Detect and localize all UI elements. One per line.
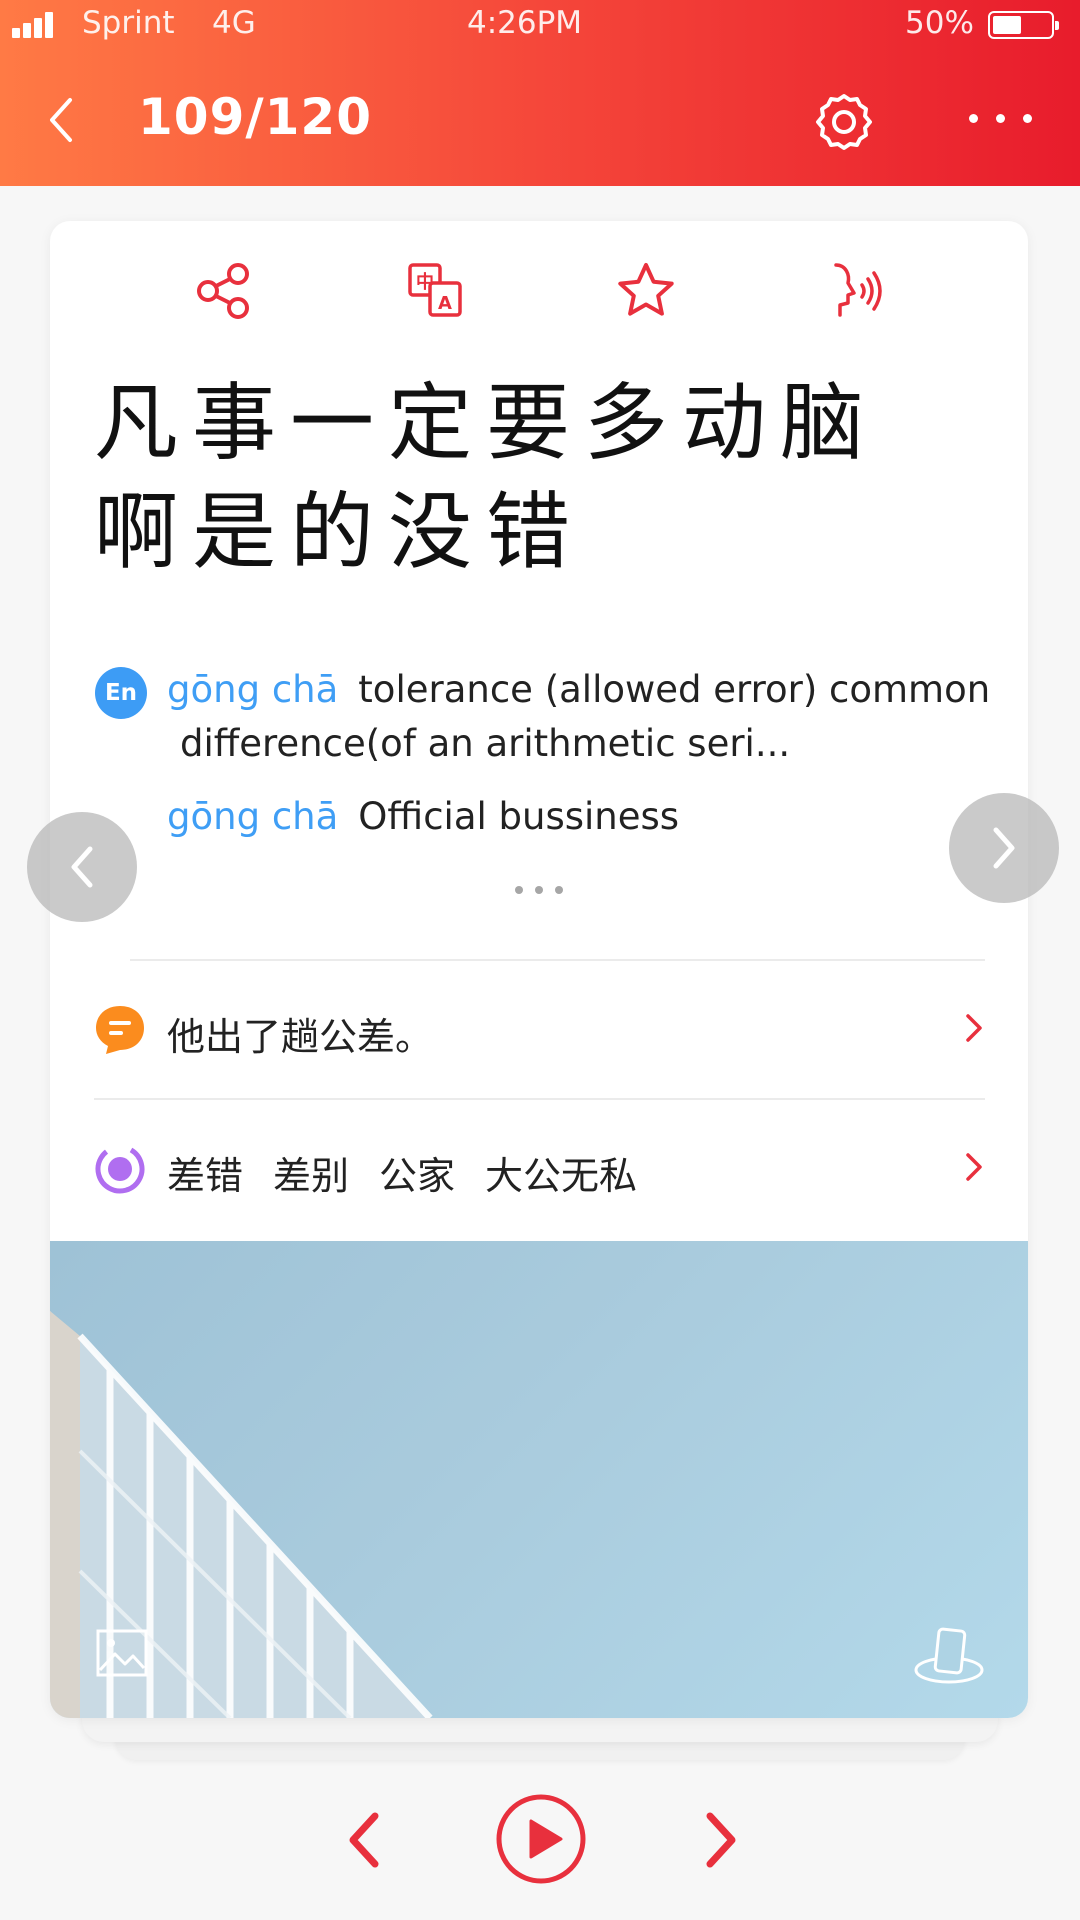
back-button[interactable]: [38, 90, 88, 150]
building-photo: [50, 1311, 433, 1718]
clock: 4:26PM: [467, 5, 583, 41]
definition-item: gōng chā Official bussiness: [167, 789, 1028, 845]
star-icon: [618, 263, 674, 316]
definition-item: gōng chā tolerance (allowed error) common: [167, 662, 1028, 718]
previous-button[interactable]: [345, 1810, 385, 1870]
image-button[interactable]: [95, 1626, 149, 1680]
hanzi-text: 凡事一定要多动脑 啊是的没错: [94, 369, 994, 587]
chevron-right-icon: [966, 1014, 982, 1042]
pronounce-button[interactable]: [826, 259, 890, 323]
settings-button[interactable]: [812, 90, 876, 154]
share-icon: [197, 263, 249, 319]
definition-continuation: difference(of an arithmetic seri...: [180, 722, 791, 765]
previous-card-button[interactable]: [27, 812, 137, 922]
chevron-left-icon: [50, 98, 72, 142]
page-counter: 109/120: [138, 88, 373, 146]
play-circle-icon: [496, 1794, 586, 1884]
chevron-right-icon: [993, 827, 1015, 869]
more-definitions-icon[interactable]: [515, 884, 569, 896]
definition-text: Official bussiness: [358, 795, 680, 838]
hanzi-line-1: 凡事一定要多动脑: [94, 374, 879, 472]
translate-icon: 中 A: [408, 263, 462, 317]
chevron-left-icon: [349, 1812, 379, 1868]
app-header: Sprint 4G 4:26PM 50% 109/120: [0, 0, 1080, 186]
example-sentence: 他出了趟公差。: [167, 1015, 434, 1059]
network-label: 4G: [212, 5, 256, 41]
related-word[interactable]: 公家: [379, 1154, 455, 1198]
pinyin: gōng chā: [167, 795, 339, 838]
image-icon: [96, 1629, 148, 1677]
related-words-row[interactable]: 差错 差别 公家 大公无私: [50, 1100, 1028, 1230]
favorite-button[interactable]: [614, 259, 678, 323]
share-button[interactable]: [192, 259, 256, 323]
signal-icon: [12, 12, 62, 38]
next-button[interactable]: [700, 1810, 740, 1870]
word-card: 中 A 凡事一定要多动脑 啊是的没错 En gōng chā tolerance …: [50, 221, 1028, 1718]
related-words: 差错 差别 公家 大公无私: [167, 1145, 667, 1200]
chevron-left-icon: [71, 846, 93, 888]
speak-icon: [834, 263, 882, 317]
pinyin: gōng chā: [167, 668, 339, 711]
related-words-icon: [95, 1144, 145, 1194]
battery-icon: [988, 11, 1059, 39]
battery-percent: 50%: [905, 5, 974, 41]
english-badge: En: [95, 667, 147, 719]
related-word[interactable]: 差错: [167, 1154, 243, 1198]
carrier-label: Sprint: [82, 5, 175, 41]
gear-icon: [816, 94, 872, 150]
translate-button[interactable]: 中 A: [404, 259, 468, 323]
related-word[interactable]: 大公无私: [485, 1154, 637, 1198]
example-sentence-row[interactable]: 他出了趟公差。: [50, 961, 1028, 1091]
chevron-right-icon: [706, 1812, 736, 1868]
ar-view-button[interactable]: [913, 1624, 985, 1686]
chevron-right-icon: [966, 1153, 982, 1181]
related-word[interactable]: 差别: [273, 1154, 349, 1198]
play-button[interactable]: [495, 1793, 587, 1885]
hanzi-line-2: 啊是的没错: [94, 483, 585, 581]
more-button[interactable]: [965, 100, 1037, 140]
word-image: [50, 1241, 1028, 1718]
next-card-button[interactable]: [949, 793, 1059, 903]
svg-text:中: 中: [416, 271, 434, 293]
ar-phone-icon: [914, 1627, 984, 1684]
chat-bubble-icon: [96, 1006, 144, 1054]
svg-text:A: A: [438, 293, 452, 314]
definition-text: tolerance (allowed error) common: [358, 668, 991, 711]
status-bar: Sprint 4G 4:26PM 50%: [0, 0, 1080, 50]
